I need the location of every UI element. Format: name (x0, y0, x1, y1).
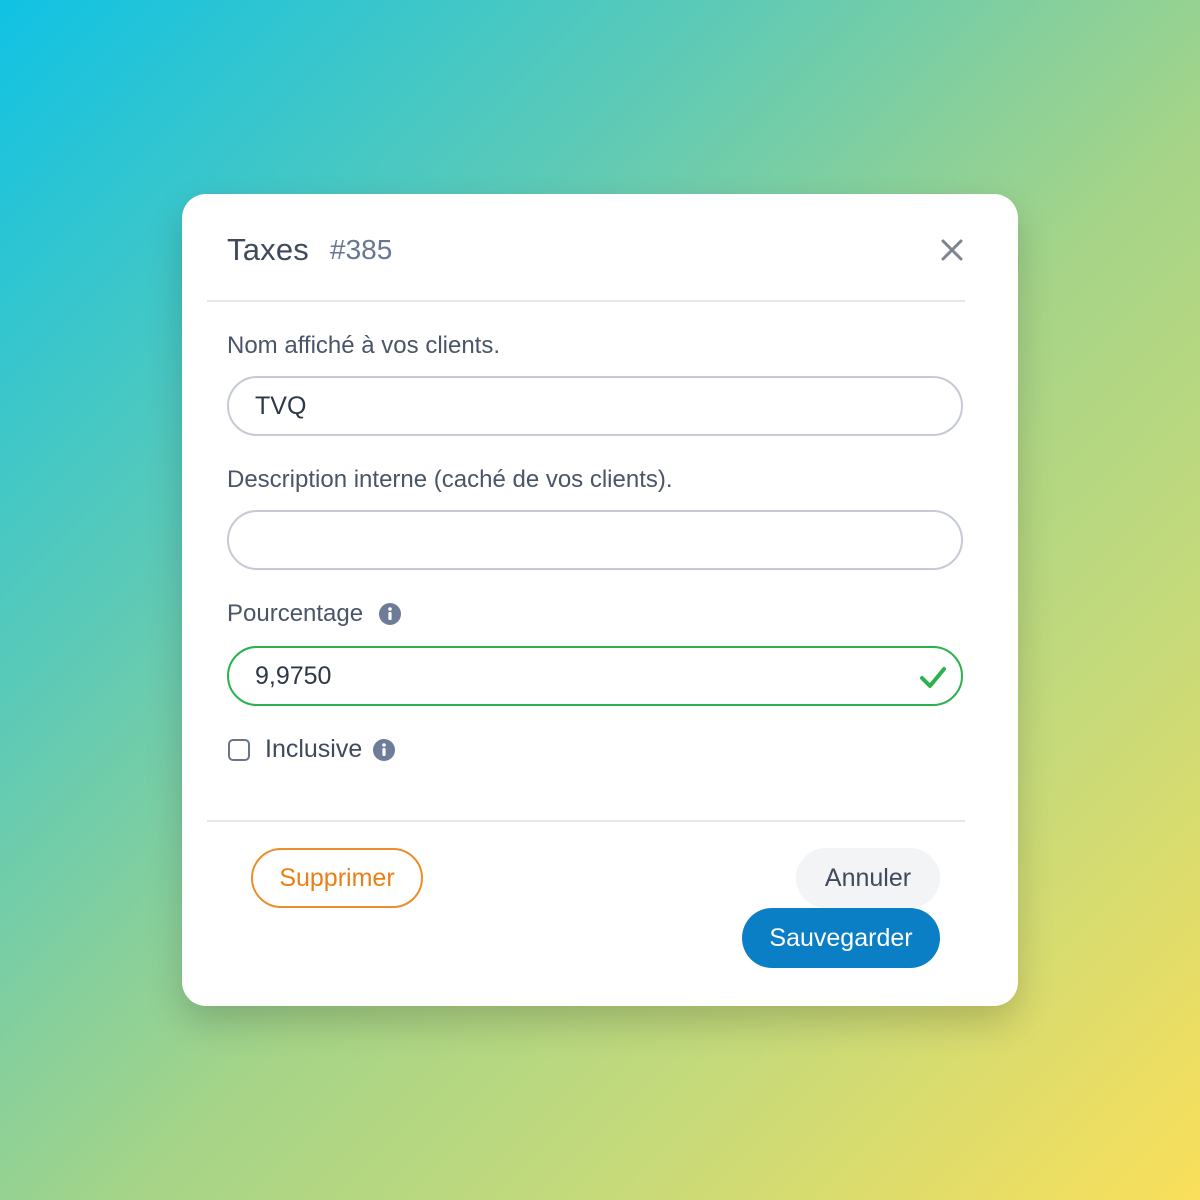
check-icon (920, 667, 946, 688)
close-icon (941, 239, 963, 261)
internal-description-label: Description interne (caché de vos client… (227, 466, 673, 493)
delete-button[interactable]: Supprimer (251, 848, 423, 908)
info-icon[interactable] (379, 603, 401, 625)
internal-description-input[interactable] (227, 510, 963, 570)
percentage-input[interactable] (227, 646, 963, 706)
tax-record-id: #385 (330, 234, 393, 265)
cancel-button[interactable]: Annuler (796, 848, 940, 908)
info-icon[interactable] (373, 739, 395, 761)
save-button[interactable]: Sauvegarder (742, 908, 940, 968)
display-name-input[interactable] (227, 376, 963, 436)
modal-title: Taxes (227, 232, 309, 267)
percentage-label: Pourcentage (227, 600, 364, 627)
inclusive-checkbox[interactable] (228, 739, 250, 761)
footer-divider (207, 820, 965, 822)
close-button[interactable] (934, 232, 970, 268)
header-divider (207, 300, 965, 302)
display-name-label: Nom affiché à vos clients. (227, 332, 501, 359)
inclusive-label: Inclusive (265, 735, 363, 763)
tax-edit-modal: Taxes #385 Nom affiché à vos clients. De… (182, 194, 1018, 1006)
